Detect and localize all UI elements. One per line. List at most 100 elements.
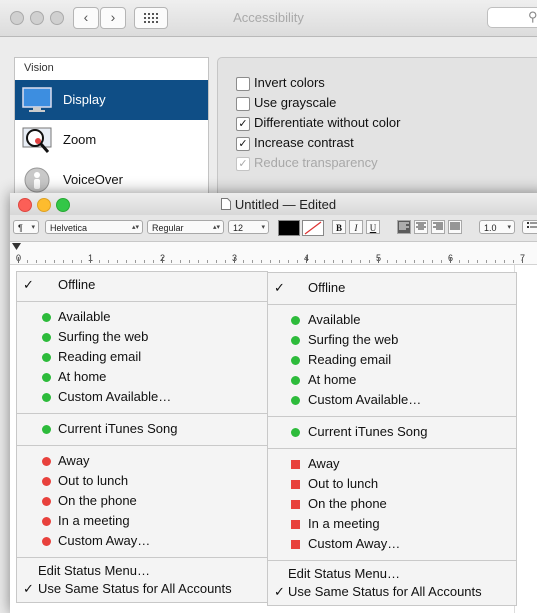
bold-button[interactable]: B: [332, 220, 346, 234]
menu-item-custom-available[interactable]: Custom Available…: [268, 390, 516, 410]
menu-item-surfing[interactable]: Surfing the web: [268, 330, 516, 350]
menu-item-label: Available: [308, 312, 361, 327]
ruler-tick: [441, 260, 442, 263]
menu-item-in-a-meeting[interactable]: In a meeting: [17, 511, 267, 531]
highlight-color-well[interactable]: [302, 220, 324, 236]
ruler-tick: [333, 260, 334, 263]
sidebar-item-display[interactable]: Display: [15, 80, 208, 120]
menu-item-on-the-phone[interactable]: On the phone: [268, 494, 516, 514]
red-square-status-icon: [291, 520, 300, 529]
checkbox-label: Reduce transparency: [254, 155, 378, 170]
menu-item-out-to-lunch[interactable]: Out to lunch: [268, 474, 516, 494]
ruler-tick: [351, 260, 352, 263]
menu-item-itunes[interactable]: Current iTunes Song: [268, 422, 516, 442]
align-left-icon: [399, 222, 409, 230]
menu-item-custom-available[interactable]: Custom Available…: [17, 387, 267, 407]
green-status-icon: [291, 428, 300, 437]
menu-item-label: Reading email: [308, 352, 392, 367]
status-menu-right: ✓ Offline Available Surfing the web Read…: [267, 272, 517, 606]
checkmark-icon: ✓: [238, 158, 248, 170]
voiceover-icon: [24, 167, 50, 193]
ruler-tick: [243, 260, 244, 263]
underline-button[interactable]: U: [366, 220, 380, 234]
menu-item-label: Away: [58, 453, 90, 468]
ruler-tick: [126, 260, 127, 263]
ruler-tick: [450, 257, 451, 263]
ruler-tick: [153, 260, 154, 263]
menu-separator: [17, 557, 267, 558]
checkbox-box[interactable]: [236, 77, 250, 91]
ruler-tick: [513, 260, 514, 263]
align-center-button[interactable]: [414, 220, 428, 234]
justify-button[interactable]: [448, 220, 462, 234]
menu-item-away[interactable]: Away: [17, 451, 267, 471]
red-status-icon: [42, 477, 51, 486]
checkmark-icon: ✓: [238, 118, 248, 130]
menu-item-edit-status[interactable]: Edit Status Menu…: [17, 561, 267, 581]
ruler-tick: [369, 260, 370, 263]
ruler-tick: [522, 257, 523, 263]
search-field[interactable]: ⚲: [487, 7, 537, 28]
font-size-combo[interactable]: 12 ▾: [228, 220, 269, 234]
menu-item-at-home[interactable]: At home: [17, 367, 267, 387]
checkbox-box[interactable]: [236, 97, 250, 111]
menu-item-label: Surfing the web: [58, 329, 149, 344]
checkbox-box[interactable]: ✓: [236, 117, 250, 131]
menu-separator: [268, 304, 516, 305]
menu-item-custom-away[interactable]: Custom Away…: [17, 531, 267, 551]
green-status-icon: [42, 333, 51, 342]
align-left-button[interactable]: [397, 220, 411, 234]
menu-item-label: Out to lunch: [58, 473, 129, 488]
menu-item-on-the-phone[interactable]: On the phone: [17, 491, 267, 511]
font-family-popup[interactable]: Helvetica ▴▾: [45, 220, 143, 234]
ruler-tick: [288, 260, 289, 263]
align-right-button[interactable]: [431, 220, 445, 234]
italic-button[interactable]: I: [349, 220, 363, 234]
menu-item-in-a-meeting[interactable]: In a meeting: [268, 514, 516, 534]
menu-item-label: Edit Status Menu…: [288, 566, 400, 581]
menu-item-label: Use Same Status for All Accounts: [38, 581, 232, 596]
menu-item-label: Available: [58, 309, 111, 324]
menu-item-reading-email[interactable]: Reading email: [17, 347, 267, 367]
menu-item-offline[interactable]: ✓ Offline: [268, 278, 516, 298]
menu-item-label: Current iTunes Song: [58, 421, 178, 436]
green-status-icon: [291, 396, 300, 405]
align-right-icon: [433, 222, 443, 230]
menu-item-same-status[interactable]: ✓ Use Same Status for All Accounts: [268, 582, 516, 602]
ruler-tick: [81, 260, 82, 263]
ruler-tick: [189, 260, 190, 263]
vision-sidebar: Vision Display Zoom VoiceOver: [14, 57, 209, 209]
checkbox-label: Invert colors: [254, 75, 325, 90]
checkbox-box[interactable]: ✓: [236, 137, 250, 151]
menu-item-at-home[interactable]: At home: [268, 370, 516, 390]
menu-item-available[interactable]: Available: [17, 307, 267, 327]
checkbox-label: Differentiate without color: [254, 115, 401, 130]
red-square-status-icon: [291, 500, 300, 509]
menu-item-edit-status[interactable]: Edit Status Menu…: [268, 564, 516, 584]
menu-separator: [268, 448, 516, 449]
list-bullets-popup[interactable]: [522, 220, 537, 234]
menu-item-itunes[interactable]: Current iTunes Song: [17, 419, 267, 439]
ruler[interactable]: 0 1 2 3 4 5 6 7: [10, 242, 537, 265]
font-style-popup[interactable]: Regular ▴▾: [147, 220, 224, 234]
menu-item-reading-email[interactable]: Reading email: [268, 350, 516, 370]
sidebar-item-label: Zoom: [63, 132, 97, 147]
menu-item-out-to-lunch[interactable]: Out to lunch: [17, 471, 267, 491]
textedit-titlebar: Untitled — Edited: [10, 193, 537, 215]
document-icon: [220, 198, 231, 210]
red-status-icon: [42, 497, 51, 506]
menu-item-same-status[interactable]: ✓ Use Same Status for All Accounts: [17, 579, 267, 599]
menu-item-offline[interactable]: ✓ Offline: [17, 275, 267, 295]
line-spacing-popup[interactable]: 1.0 ▾: [479, 220, 515, 234]
menu-item-custom-away[interactable]: Custom Away…: [268, 534, 516, 554]
ruler-tick: [360, 260, 361, 263]
menu-item-surfing[interactable]: Surfing the web: [17, 327, 267, 347]
text-color-well[interactable]: [278, 220, 300, 236]
menu-item-available[interactable]: Available: [268, 310, 516, 330]
menu-item-label: At home: [308, 372, 357, 387]
menu-item-label: At home: [58, 369, 107, 384]
ruler-tick: [261, 260, 262, 263]
sidebar-item-zoom[interactable]: Zoom: [15, 120, 208, 160]
menu-item-away[interactable]: Away: [268, 454, 516, 474]
paragraph-styles-popup[interactable]: ¶ ▾: [13, 220, 39, 234]
